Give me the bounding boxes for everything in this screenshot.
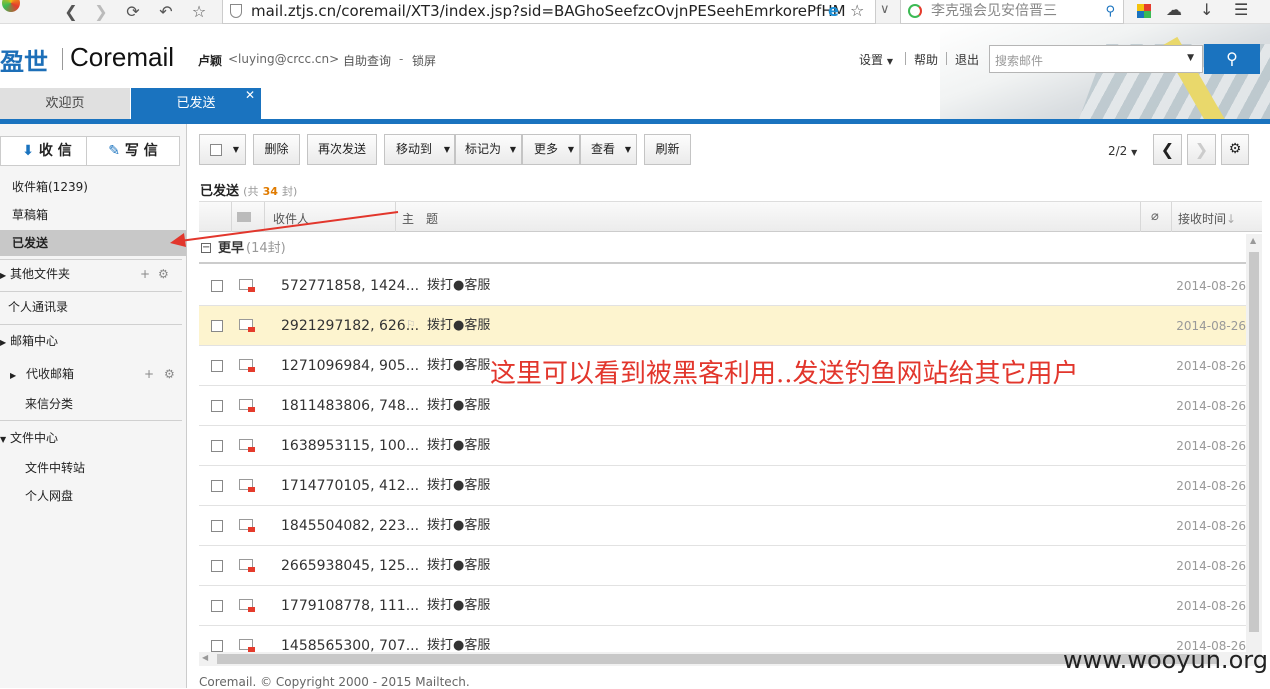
arrow-line — [179, 211, 399, 242]
annotation-arrow — [170, 211, 399, 247]
arrow-head — [170, 233, 186, 247]
watermark: www.wooyun.org — [1063, 646, 1268, 674]
annotation-text: 这里可以看到被黑客利用..发送钓鱼网站给其它用户 — [490, 359, 1079, 389]
